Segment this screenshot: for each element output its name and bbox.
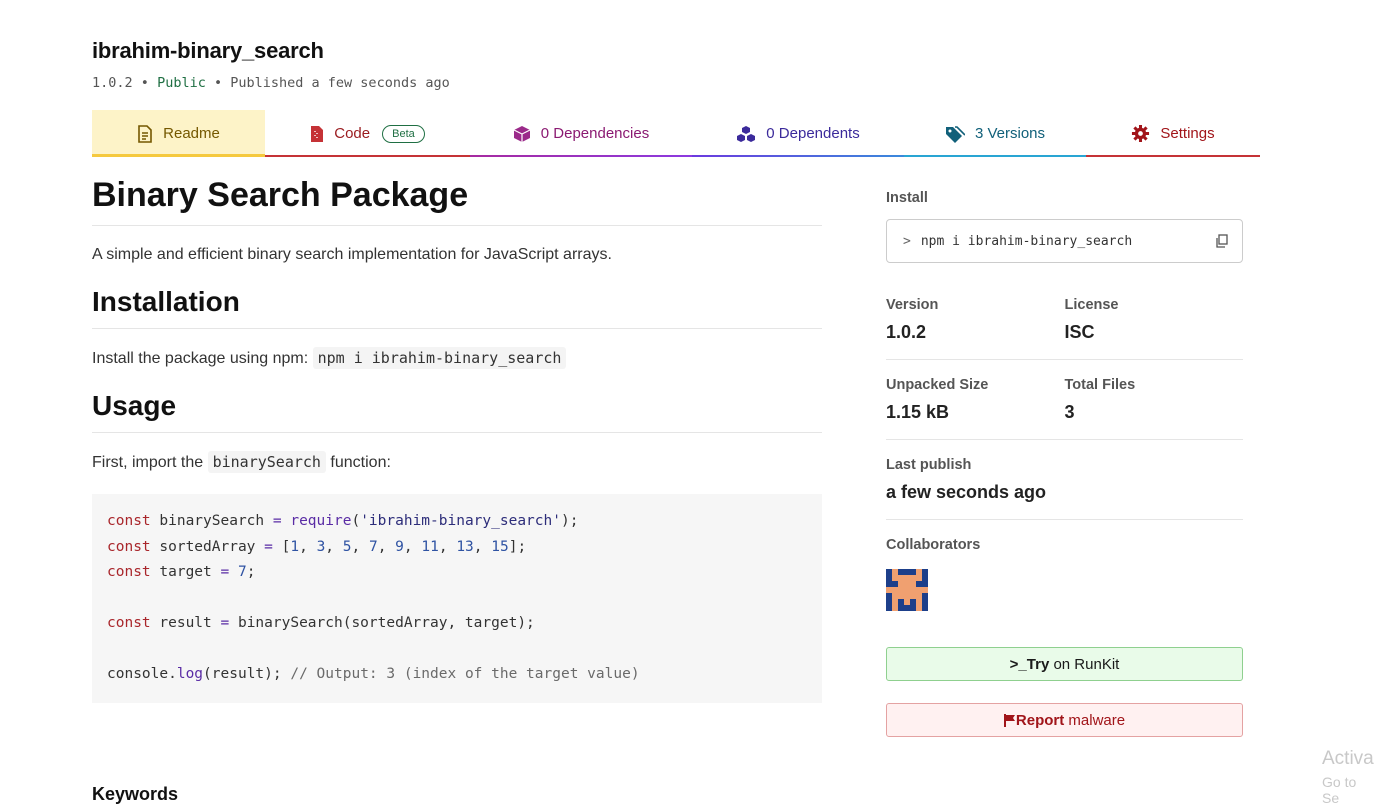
package-title: ibrahim-binary_search [92,38,324,63]
unpacked-size-value: 1.15 kB [886,402,950,422]
tab-dependents[interactable]: 0 Dependents [692,110,904,157]
install-inline-code: npm i ibrahim-binary_search [312,347,567,369]
collaborators-label: Collaborators [886,537,981,553]
runkit-label-bold: Try [1026,655,1050,673]
last-publish-value: a few seconds ago [886,482,1047,502]
tab-versions-label: 3 Versions [974,125,1046,142]
tab-code[interactable]: Code Beta [265,110,470,157]
separator: • [213,75,223,91]
runkit-label: on RunKit [1053,655,1120,673]
install-command-box[interactable]: > npm i ibrahim-binary_search [886,219,1243,263]
code-line: const sortedArray = [1, 3, 5, 7, 9, 11, … [107,538,527,555]
usage-text: function: [330,454,391,471]
package-version: 1.0.2 [92,75,133,91]
report-label-bold: Report [1015,711,1065,729]
tab-dependencies-label: 0 Dependencies [540,125,650,142]
sidebar: Install > npm i ibrahim-binary_search Ve… [886,190,1243,737]
report-label: malware [1068,711,1126,729]
collaborator-avatar[interactable] [886,569,928,611]
document-icon [138,124,152,143]
beta-badge: Beta [382,124,425,143]
usage-heading: Usage [92,390,822,433]
activation-watermark-sub: Go to Se [1322,774,1357,806]
installation-heading: Installation [92,286,822,329]
tab-readme[interactable]: Readme [92,110,265,157]
prompt-icon: > [903,233,911,249]
install-text: Install the package using npm: [92,350,309,367]
version-label: Version [886,297,939,313]
tab-settings-label: Settings [1160,125,1215,142]
tab-code-label: Code [334,125,371,142]
readme-title: Binary Search Package [92,176,822,226]
keywords-heading: Keywords [92,784,179,804]
readme-content: Binary Search Package A simple and effic… [92,170,822,703]
box-icon [513,125,531,142]
code-block: const binarySearch = require('ibrahim-bi… [92,494,822,703]
total-files-value: 3 [1064,402,1075,422]
usage-paragraph: First, import the binarySearch function: [92,451,822,473]
code-line: const target = 7; [107,564,256,580]
last-publish-section: Last publish a few seconds ago [886,457,1243,520]
report-malware-button[interactable]: Report malware [886,703,1243,737]
usage-inline-code: binarySearch [207,451,326,473]
last-publish-label: Last publish [886,457,972,473]
boxes-icon [737,125,756,142]
code-line: console.log(result); // Output: 3 (index… [107,666,640,682]
gear-icon [1132,124,1150,143]
license-value: ISC [1064,322,1095,342]
code-line: const result = binarySearch(sortedArray,… [107,615,535,631]
tab-dependencies[interactable]: 0 Dependencies [470,110,692,157]
try-on-runkit-button[interactable]: >_ Try on RunKit [886,647,1243,681]
separator: • [140,75,149,91]
package-tabs: Readme Code Beta 0 Dependencies 0 Depend… [92,110,1260,157]
size-files-row: Unpacked Size 1.15 kB Total Files 3 [886,377,1243,440]
tab-settings[interactable]: Settings [1086,110,1260,157]
total-files-label: Total Files [1064,377,1136,393]
license-label: License [1064,297,1119,313]
flag-icon [1003,713,1015,727]
code-line: const binarySearch = require('ibrahim-bi… [107,513,579,529]
install-command: npm i ibrahim-binary_search [920,233,1133,249]
tab-versions[interactable]: 3 Versions [904,110,1086,157]
version-value: 1.0.2 [886,322,927,342]
package-visibility: Public [157,75,206,91]
tags-icon [945,125,965,143]
install-paragraph: Install the package using npm: npm i ibr… [92,347,822,369]
terminal-icon: >_ [1009,655,1027,673]
tab-dependents-label: 0 Dependents [766,125,860,142]
unpacked-size-label: Unpacked Size [886,377,989,393]
package-published: Published a few seconds ago [230,75,450,91]
tab-readme-label: Readme [163,125,220,142]
activation-watermark: Activa [1322,748,1374,769]
install-label: Install [886,190,928,206]
code-file-icon [311,125,324,142]
copy-icon[interactable] [1215,234,1228,248]
version-license-row: Version 1.0.2 License ISC [886,297,1243,360]
usage-text: First, import the [92,454,204,471]
package-meta: 1.0.2 • Public • Published a few seconds… [92,75,450,91]
readme-intro: A simple and efficient binary search imp… [92,246,612,263]
